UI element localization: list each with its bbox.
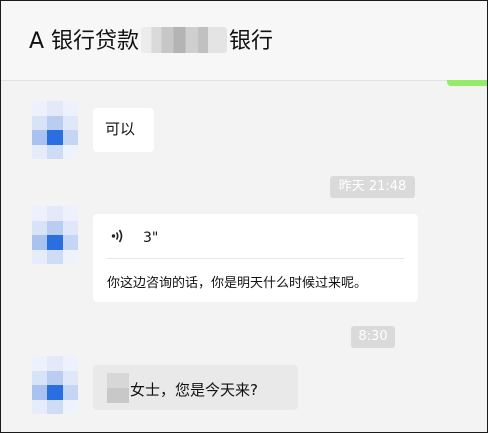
avatar-pixel: [32, 115, 48, 130]
message-text: 可以: [105, 120, 136, 138]
avatar-pixel: [32, 101, 48, 116]
avatar-pixel: [32, 144, 48, 159]
avatar-pixel: [47, 206, 63, 221]
voice-duration: 3": [143, 230, 159, 246]
redacted-mosaic: [107, 373, 129, 403]
avatar[interactable]: [32, 101, 78, 159]
avatar[interactable]: [32, 356, 78, 414]
chat-header: A 银行贷款 银行: [1, 1, 487, 81]
avatar-pixel: [32, 356, 48, 371]
avatar-pixel: [62, 399, 78, 414]
avatar-pixel: [62, 101, 78, 116]
avatar-pixel: [47, 115, 63, 130]
avatar-pixel: [32, 235, 48, 250]
avatar-pixel: [32, 249, 48, 264]
avatar-pixel: [47, 399, 63, 414]
avatar-pixel: [62, 115, 78, 130]
avatar-pixel: [32, 206, 48, 221]
avatar-pixel: [47, 370, 63, 385]
avatar-pixel: [47, 356, 63, 371]
voice-player[interactable]: 3": [111, 228, 158, 248]
chat-title-suffix: 银行: [229, 29, 274, 54]
redacted-mosaic: [141, 27, 228, 53]
avatar[interactable]: [32, 206, 78, 264]
avatar-pixel: [62, 130, 78, 145]
avatar-pixel: [47, 249, 63, 264]
voice-icon: [111, 228, 125, 248]
message-text: 女士，您是今天来?: [130, 381, 258, 399]
avatar-pixel: [32, 370, 48, 385]
timestamp: 8:30: [351, 326, 395, 348]
avatar-pixel: [62, 356, 78, 371]
avatar-pixel: [62, 385, 78, 400]
chat-title: A 银行贷款 银行: [29, 27, 273, 57]
avatar-pixel: [47, 101, 63, 116]
avatar-pixel: [62, 220, 78, 235]
avatar-pixel: [62, 144, 78, 159]
avatar-pixel: [47, 130, 63, 145]
avatar-pixel: [47, 144, 63, 159]
avatar-pixel: [47, 220, 63, 235]
message-bubble[interactable]: 女士，您是今天来?: [93, 365, 298, 410]
avatar-pixel: [32, 385, 48, 400]
avatar-pixel: [62, 206, 78, 221]
avatar-pixel: [62, 235, 78, 250]
avatar-pixel: [47, 235, 63, 250]
chat-title-prefix: A 银行贷款: [29, 29, 140, 54]
avatar-pixel: [32, 130, 48, 145]
avatar-pixel: [62, 370, 78, 385]
chat-window: A 银行贷款 银行 可以 昨天 21:48 3" 你这边咨询的话，你是明天什么时候…: [0, 0, 488, 433]
voice-transcript: 你这边咨询的话，你是明天什么时候过来呢。: [107, 276, 368, 291]
voice-message-bubble[interactable]: 3" 你这边咨询的话，你是明天什么时候过来呢。: [93, 214, 418, 302]
avatar-pixel: [32, 399, 48, 414]
avatar-pixel: [62, 249, 78, 264]
avatar-pixel: [47, 385, 63, 400]
divider: [107, 258, 404, 259]
timestamp: 昨天 21:48: [330, 176, 415, 198]
avatar-pixel: [32, 220, 48, 235]
message-bubble[interactable]: 可以: [93, 108, 154, 152]
accent-tab: [447, 80, 487, 86]
